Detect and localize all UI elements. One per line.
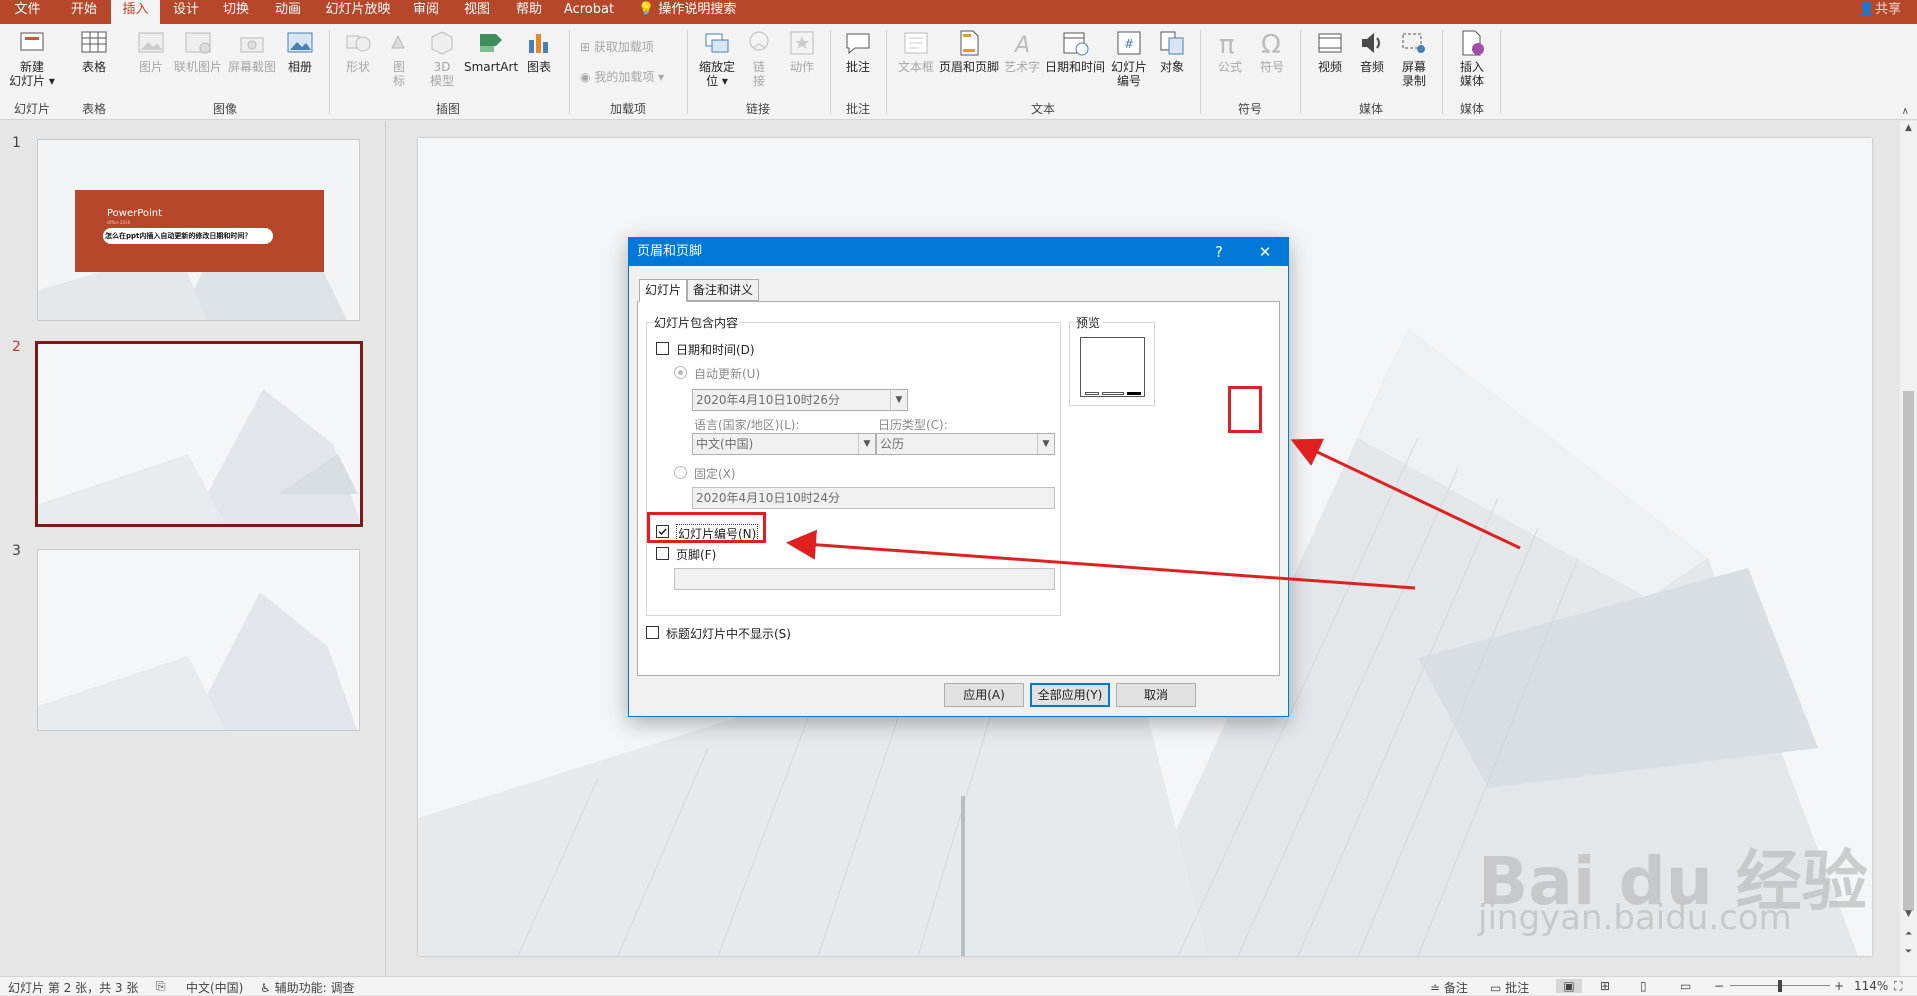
arrow-to-checkbox <box>786 529 1416 590</box>
annotation-arrows <box>786 438 1521 590</box>
tab-slide[interactable]: 幻灯片 <box>639 279 688 302</box>
arrow-to-preview <box>1290 438 1521 550</box>
